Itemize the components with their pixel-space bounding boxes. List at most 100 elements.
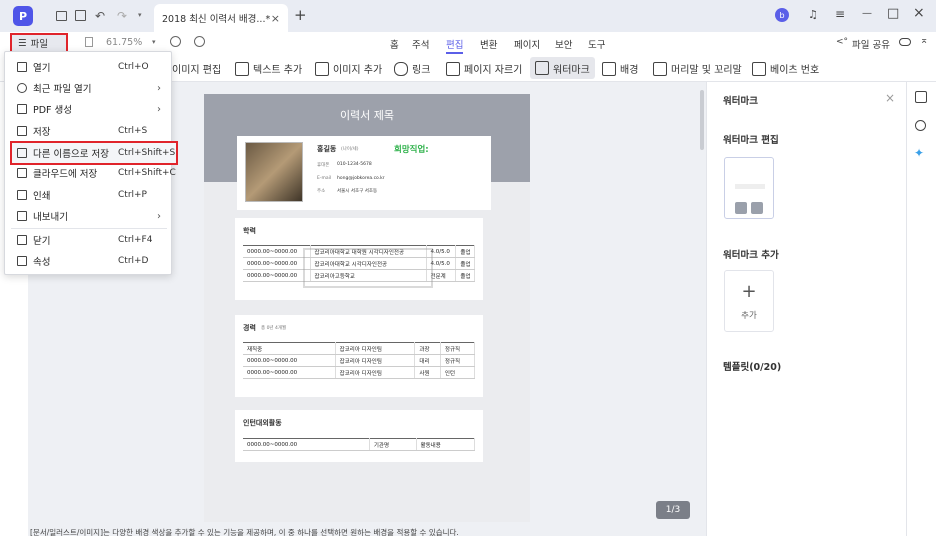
new-tab-button[interactable]: +: [294, 6, 307, 24]
menu-item-save-as[interactable]: 다른 이름으로 저장 Ctrl+Shift+S: [10, 141, 178, 165]
tab-tools[interactable]: 도구: [588, 37, 605, 51]
education-card: 학력 0000.00~0000.00 잡코리아대학교 대학원 시각디자인전공 4.0…: [235, 218, 483, 300]
cloud-icon[interactable]: [899, 38, 911, 46]
delete-watermark-icon[interactable]: [751, 202, 763, 214]
menu-icon[interactable]: ≡: [835, 7, 845, 21]
crop-page-tool[interactable]: 페이지 자르기: [446, 60, 522, 77]
minimize-button[interactable]: —: [862, 8, 872, 19]
table-cell: 0000.00~0000.00: [243, 245, 311, 258]
menu-item-export[interactable]: 내보내기 ›: [5, 206, 171, 226]
table-row: 재직중 잡코리아 디자인팀 과장 정규직: [243, 342, 476, 355]
maximize-button[interactable]: □: [887, 6, 899, 21]
close-window-button[interactable]: ×: [913, 5, 925, 21]
undo-icon[interactable]: ↶: [95, 9, 105, 23]
document-tab-title: 2018 최신 이력서 배경...*: [162, 14, 271, 25]
table-cell: 기관명: [369, 438, 417, 451]
watermark-thumbnail[interactable]: [724, 157, 774, 219]
ai-sparkle-icon[interactable]: ✦: [914, 146, 924, 160]
table-cell: 졸업: [455, 245, 475, 258]
add-text-tool[interactable]: 텍스트 추가: [235, 60, 302, 77]
tab-security[interactable]: 보안: [555, 37, 572, 51]
crop-page-label: 페이지 자르기: [464, 65, 523, 76]
hamburger-icon: ☰: [18, 37, 27, 49]
page-view-icon[interactable]: [85, 37, 93, 47]
table-cell: 졸업: [455, 257, 475, 270]
menu-item-recent[interactable]: 최근 파일 열기 ›: [5, 78, 171, 98]
watermark-icon: [535, 61, 549, 75]
add-watermark-button[interactable]: + 추가: [724, 270, 774, 332]
tab-convert[interactable]: 변환: [480, 37, 497, 51]
edit-image-tool[interactable]: 이미지 편집: [172, 60, 221, 77]
add-image-label: 이미지 추가: [333, 65, 383, 76]
file-menu-button[interactable]: ☰ 파일: [10, 33, 68, 53]
menu-item-properties[interactable]: 속성 Ctrl+D: [5, 251, 171, 271]
user-avatar[interactable]: b: [775, 8, 789, 22]
document-tab[interactable]: 2018 최신 이력서 배경...* ×: [154, 4, 288, 32]
phone-value: 010-1234-5678: [337, 162, 372, 167]
header-footer-tool[interactable]: 머리말 및 꼬리말: [653, 60, 742, 77]
zoom-out-icon[interactable]: [170, 36, 181, 47]
add-label: 추가: [741, 311, 757, 321]
watermark-overlay: [303, 248, 433, 288]
background-tool[interactable]: 배경: [602, 60, 638, 77]
file-menu-label: 파일: [30, 39, 49, 50]
menu-item-label: 닫기: [33, 236, 51, 247]
tab-home[interactable]: 홈: [390, 37, 399, 51]
table-cell: 인턴: [440, 366, 476, 379]
edit-watermark-icon[interactable]: [735, 202, 747, 214]
tab-page[interactable]: 페이지: [514, 37, 540, 51]
table-cell: 0000.00~0000.00: [243, 257, 311, 270]
menu-item-save-cloud[interactable]: 클라우드에 저장 Ctrl+Shift+C: [5, 163, 176, 183]
print-icon[interactable]: [75, 10, 86, 21]
career-table: 재직중 잡코리아 디자인팀 과장 정규직 0000.00~0000.00 잡코리아 디자…: [243, 342, 476, 379]
export-icon: [17, 211, 27, 221]
share-icon[interactable]: <°: [836, 37, 848, 47]
panel-close-icon[interactable]: ×: [885, 91, 895, 105]
zoom-dropdown-icon[interactable]: ▾: [152, 38, 156, 46]
table-cell: 0000.00~0000.00: [243, 269, 311, 282]
menu-item-print[interactable]: 인쇄 Ctrl+P: [5, 185, 171, 205]
properties-icon[interactable]: [915, 91, 927, 103]
menu-item-close[interactable]: 닫기 Ctrl+F4: [5, 230, 171, 250]
watermark-tool[interactable]: 워터마크: [530, 57, 595, 79]
menu-item-create-pdf[interactable]: PDF 생성 ›: [5, 99, 171, 119]
table-cell: 사원: [414, 366, 441, 379]
watermark-add-title: 워터마크 추가: [723, 250, 779, 261]
collapse-ribbon-icon[interactable]: ⌅: [920, 35, 928, 46]
cloud-save-icon: [17, 168, 27, 178]
open-folder-icon[interactable]: [56, 11, 67, 21]
page-counter: 1/3: [656, 501, 690, 519]
vertical-scrollbar[interactable]: [700, 90, 704, 150]
title-bar: P ↶ ↷ ▾ 2018 최신 이력서 배경...* × + b ♫ ≡ — □…: [0, 0, 936, 32]
clock-icon: [17, 83, 27, 93]
menu-item-label: PDF 생성: [33, 105, 73, 116]
menu-item-label: 내보내기: [33, 212, 68, 223]
watermark-panel: 워터마크 × 워터마크 편집 워터마크 추가 + 추가 템플릿(0/20): [706, 82, 906, 536]
zoom-in-icon[interactable]: [194, 36, 205, 47]
tab-close-icon[interactable]: ×: [271, 12, 280, 25]
redo-icon[interactable]: ↷: [117, 9, 127, 23]
menu-item-shortcut: Ctrl+Shift+C: [118, 168, 176, 178]
chevron-right-icon: ›: [157, 82, 161, 94]
tab-annotate[interactable]: 주석: [412, 37, 429, 51]
link-tool[interactable]: 링크: [394, 60, 430, 77]
share-label[interactable]: 파일 공유: [852, 37, 890, 51]
notification-icon[interactable]: ♫: [808, 8, 818, 21]
bates-number-label: 베이츠 번호: [770, 65, 820, 76]
zoom-value[interactable]: 61.75%: [106, 37, 142, 48]
menu-item-save[interactable]: 저장 Ctrl+S: [5, 121, 171, 141]
bates-number-tool[interactable]: 베이츠 번호: [752, 60, 819, 77]
undo-dropdown-icon[interactable]: ▾: [138, 11, 142, 19]
add-image-tool[interactable]: 이미지 추가: [315, 60, 382, 77]
intern-card: 인턴대외활동 0000.00~0000.00 기관명 활동내용: [235, 410, 483, 462]
bates-icon: [752, 61, 766, 76]
menu-item-open[interactable]: 열기 Ctrl+O: [5, 57, 171, 77]
create-pdf-icon: [17, 104, 27, 114]
table-cell: 활동내용: [416, 438, 476, 451]
chevron-right-icon: ›: [157, 210, 161, 222]
search-icon[interactable]: [915, 120, 926, 131]
menu-item-label: 다른 이름으로 저장: [33, 149, 109, 160]
chevron-right-icon: ›: [157, 103, 161, 115]
image-icon: [315, 61, 329, 76]
tab-edit[interactable]: 편집: [446, 37, 464, 54]
